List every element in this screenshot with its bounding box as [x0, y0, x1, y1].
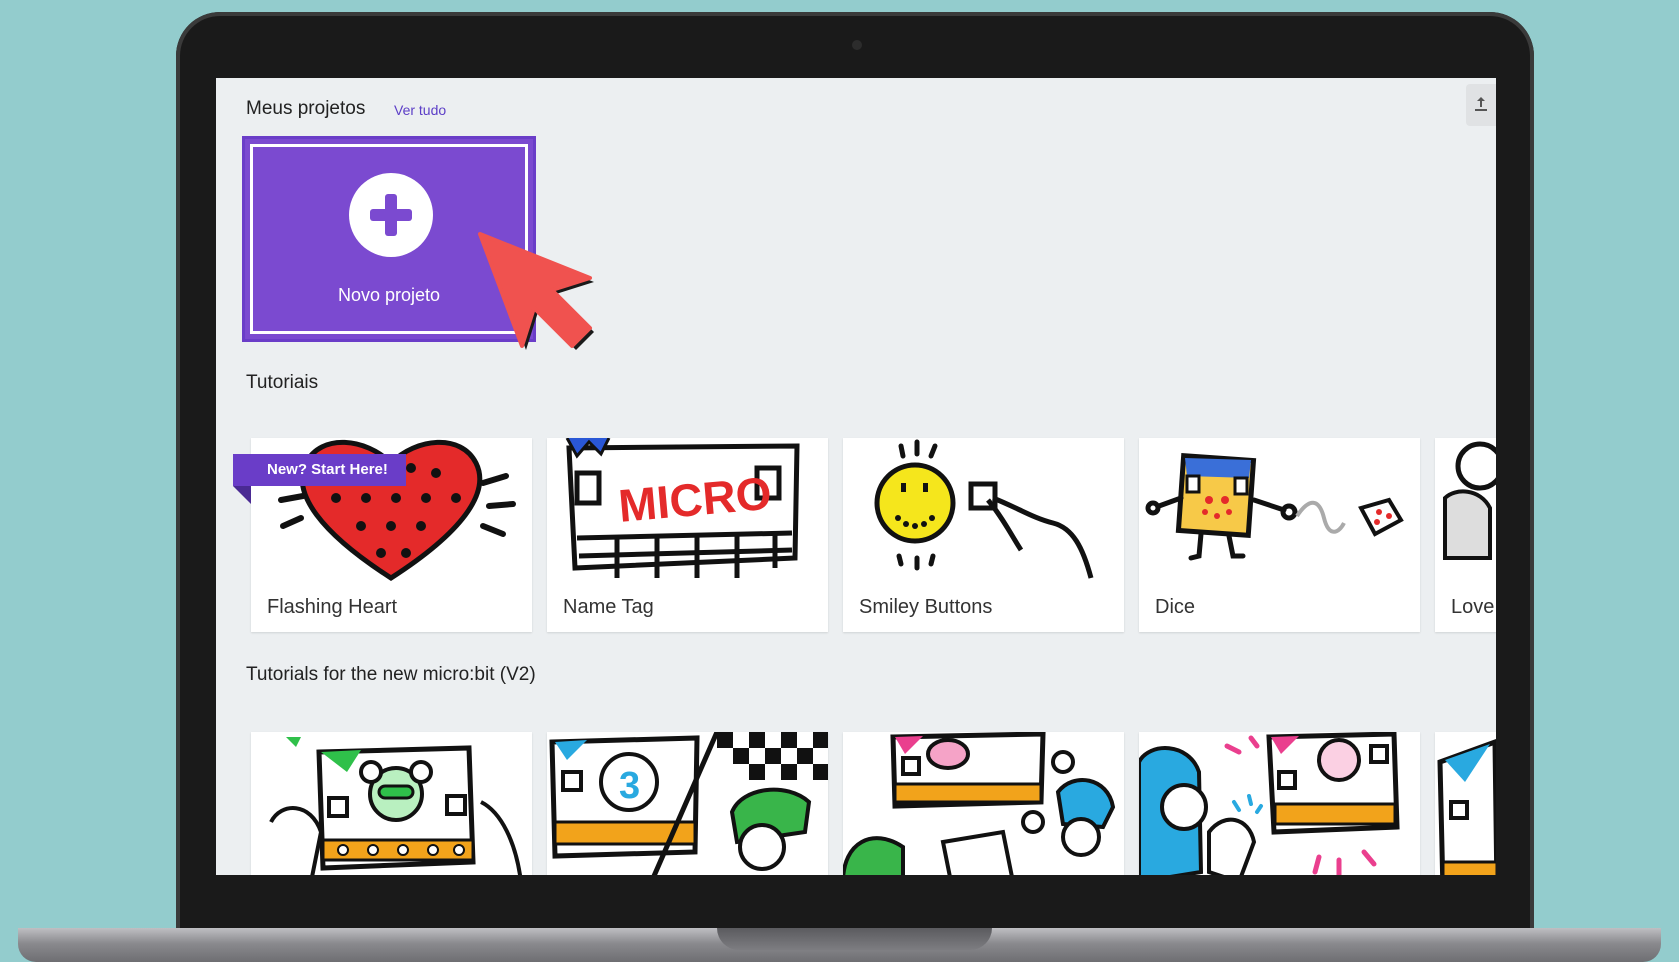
svg-text:3: 3 — [619, 765, 640, 807]
dice-illustration-icon — [1145, 452, 1404, 561]
makecode-home-screen: Meus projetos Ver tudo Novo projeto Tuto… — [216, 78, 1496, 875]
tutorial-card-love[interactable]: Love — [1435, 438, 1496, 632]
smiley-buttons-illustration-icon — [874, 439, 1094, 579]
tutorial-label: Dice — [1155, 596, 1196, 618]
tutorial-label: Name Tag — [563, 596, 654, 618]
new-start-here-badge: New? Start Here! — [233, 454, 406, 486]
camera-icon — [852, 40, 862, 50]
microbit-partial-illustration-icon — [1437, 738, 1496, 875]
import-button[interactable] — [1466, 84, 1496, 126]
view-all-link[interactable]: Ver tudo — [394, 102, 446, 118]
v2-tutorial-card-1[interactable] — [251, 732, 532, 875]
upload-icon — [1475, 97, 1487, 111]
pointer-cursor-icon — [478, 232, 594, 350]
tutorial-card-name-tag[interactable]: MICRO Name Tag — [547, 438, 828, 632]
tutorial-card-dice[interactable]: Dice — [1139, 438, 1420, 632]
laptop-notch — [717, 928, 992, 950]
v2-tutorial-card-5[interactable] — [1435, 732, 1496, 875]
ribbon-fold — [233, 486, 251, 504]
mouse-microbit-illustration-icon — [269, 737, 522, 875]
pig-microbit-illustration-icon — [843, 732, 1116, 875]
tutorial-card-flashing-heart[interactable]: Flashing Heart New? Start Here! — [233, 438, 532, 632]
tutorial-card-smiley-buttons[interactable]: Smiley Buttons — [843, 438, 1124, 632]
lightbulb-clapping-illustration-icon — [1139, 732, 1400, 875]
love-meter-illustration-icon — [1443, 441, 1496, 560]
plus-circle-icon — [349, 173, 433, 257]
tutorial-label: Smiley Buttons — [859, 596, 993, 618]
v2-tutorial-card-3[interactable] — [843, 732, 1124, 875]
v2-tutorial-card-2[interactable]: 3 — [547, 732, 828, 875]
tutorial-label: Love — [1451, 596, 1495, 618]
v2-tutorial-card-4[interactable] — [1139, 732, 1420, 875]
tutorial-label: Flashing Heart — [267, 596, 398, 618]
countdown-race-illustration-icon: 3 — [549, 732, 828, 875]
my-projects-title: Meus projetos — [246, 98, 366, 119]
tutorials-title: Tutoriais — [246, 372, 319, 393]
micro-name-tag-illustration-icon: MICRO — [565, 438, 800, 578]
v2-tutorials-title: Tutorials for the new micro:bit (V2) — [246, 664, 536, 685]
